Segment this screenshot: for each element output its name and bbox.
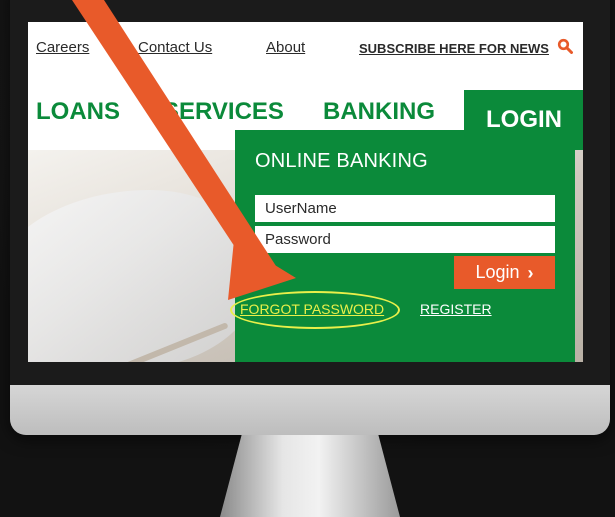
monitor-stand [220,435,400,517]
careers-link[interactable]: Careers [36,39,89,56]
nav-loans[interactable]: LOANS [36,98,120,126]
panel-title: ONLINE BANKING [255,150,428,172]
chevron-right-icon: › [527,262,534,283]
website-screen: Careers Contact Us About SUBSCRIBE HERE … [28,22,583,362]
monitor-scene: Careers Contact Us About SUBSCRIBE HERE … [0,0,615,517]
search-icon[interactable] [557,38,573,54]
online-banking-panel: ONLINE BANKING Login › FORGOT PASSWORD R… [230,130,575,362]
nav-banking[interactable]: BANKING [323,98,435,126]
login-button[interactable]: Login › [454,256,555,289]
username-input[interactable] [255,195,555,222]
about-link[interactable]: About [266,39,305,56]
password-input[interactable] [255,226,555,253]
login-button-label: Login [475,262,520,282]
register-link[interactable]: REGISTER [420,301,492,317]
nav-services[interactable]: SERVICES [163,98,284,126]
subscribe-link[interactable]: SUBSCRIBE HERE FOR NEWS [359,41,549,56]
monitor-chin [10,385,610,435]
contact-us-link[interactable]: Contact Us [138,39,212,56]
face-mask-image [28,190,258,362]
forgot-password-link[interactable]: FORGOT PASSWORD [240,301,384,317]
top-links-bar: Careers Contact Us About SUBSCRIBE HERE … [28,22,583,77]
